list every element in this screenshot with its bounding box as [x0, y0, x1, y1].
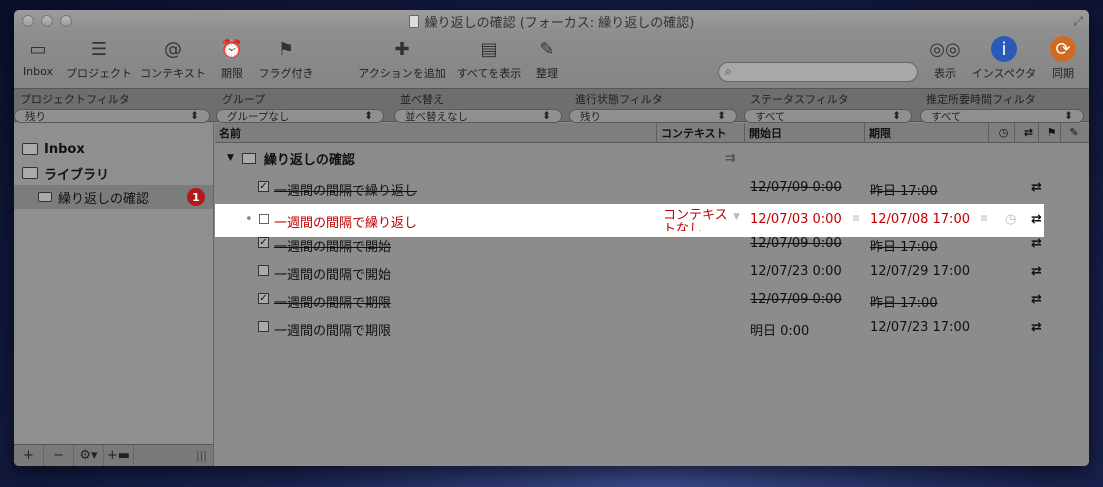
selected-task-row[interactable]: • 一週間の間隔で繰り返し コンテキストなし ▼ 12/07/03 0:00 1…: [215, 204, 1044, 237]
folder-icon: [22, 167, 38, 179]
project-icon: [241, 152, 256, 164]
checkbox[interactable]: ✓: [258, 181, 269, 192]
stepper-icon: ⬍: [1064, 110, 1073, 122]
task-row[interactable]: ✓ 一週間の間隔で期限 12/07/09 0:00 昨日 17:00 ⇄: [215, 285, 1089, 313]
stepper-icon: ⬍: [190, 110, 199, 122]
stack-icon: ▤: [480, 38, 498, 60]
date-picker-icon[interactable]: [981, 215, 987, 221]
omnifocus-window: 繰り返しの確認 (フォーカス: 繰り返しの確認) ⤢ ▭ Inbox ☰ プロジ…: [14, 10, 1089, 466]
note-column-icon[interactable]: ✎: [1061, 123, 1083, 142]
project-filter[interactable]: プロジェクトフィルタ 残り ⬍: [14, 91, 210, 123]
add-action-icon: ✚: [394, 38, 410, 60]
task-row[interactable]: ✓ 一週間の間隔で繰り返し 12/07/09 0:00 昨日 17:00 ⇄: [215, 173, 1089, 201]
document-icon: [408, 14, 419, 28]
stepper-icon: ⬍: [717, 110, 726, 122]
repeat-icon[interactable]: ⇄: [1031, 212, 1042, 227]
checkbox[interactable]: [259, 214, 269, 224]
clean-up-button[interactable]: ✎ 整理: [512, 36, 582, 81]
inbox-icon: [22, 143, 38, 155]
context-icon: @: [164, 38, 182, 60]
project-button[interactable]: ☰ プロジェクト: [64, 36, 134, 81]
repeat-icon: ⇄: [1031, 320, 1042, 335]
flagged-button[interactable]: ⚑ フラグ付き: [251, 36, 321, 81]
minimize-button[interactable]: [41, 15, 53, 27]
filter-bar: プロジェクトフィルタ 残り ⬍ グループ グループなし ⬍ 並べ替え 並べ替えなし ⬍…: [14, 88, 1089, 123]
project-filter-select[interactable]: 残り ⬍: [14, 109, 210, 123]
sort-filter-select[interactable]: 並べ替えなし ⬍: [394, 109, 562, 123]
context-dropdown-icon[interactable]: ▼: [733, 212, 740, 222]
stepper-icon: ⬍: [364, 110, 373, 122]
progress-filter-select[interactable]: 残り ⬍: [569, 109, 737, 123]
checkbox[interactable]: ✓: [258, 237, 269, 248]
window-controls: [22, 15, 72, 27]
status-filter-select[interactable]: すべて ⬍: [744, 109, 912, 123]
column-context[interactable]: コンテキスト: [657, 123, 745, 142]
binoculars-icon: ◎◎: [929, 38, 961, 60]
search-icon: ⌕: [725, 64, 732, 78]
column-due[interactable]: 期限: [865, 123, 989, 142]
duration-icon[interactable]: ◷: [1005, 212, 1016, 227]
sidebar-item-inbox[interactable]: Inbox: [14, 137, 213, 161]
duration-column-icon[interactable]: ◷: [989, 123, 1015, 142]
row-handle-icon[interactable]: •: [245, 212, 253, 227]
alarm-clock-icon: ⏰: [220, 38, 244, 60]
zoom-button[interactable]: [60, 15, 72, 27]
progress-filter[interactable]: 進行状態フィルタ 残り ⬍: [569, 91, 737, 123]
repeat-icon: ⇄: [1031, 264, 1042, 279]
remove-button[interactable]: −: [44, 444, 74, 466]
checkbox[interactable]: [258, 265, 269, 276]
gear-menu-button[interactable]: ⚙▾: [74, 444, 104, 466]
column-name[interactable]: 名前: [215, 123, 657, 142]
sidebar: Inbox ライブラリ 繰り返しの確認 1 + − ⚙▾ +▬ |||: [14, 123, 214, 466]
project-icon: [38, 192, 52, 202]
info-icon: i: [991, 36, 1017, 62]
flag-icon: ⚑: [277, 38, 295, 60]
close-button[interactable]: [22, 15, 34, 27]
sync-button[interactable]: ⟳ 同期: [1028, 36, 1089, 81]
sync-icon: ⟳: [1050, 36, 1076, 62]
repeat-column-icon[interactable]: ⇄: [1015, 123, 1039, 142]
add-button[interactable]: +: [14, 444, 44, 466]
group-filter-select[interactable]: グループなし ⬍: [216, 109, 384, 123]
checkbox[interactable]: [258, 321, 269, 332]
column-start[interactable]: 開始日: [745, 123, 865, 142]
outline-view: 名前 コンテキスト 開始日 期限 ◷ ⇄ ⚑ ✎ ▼ 繰り返しの確認 ⇉ ✓ 一…: [215, 123, 1089, 466]
disclosure-triangle-icon[interactable]: ▼: [227, 153, 234, 163]
checkbox[interactable]: ✓: [258, 293, 269, 304]
fullscreen-icon[interactable]: ⤢: [1073, 14, 1083, 29]
toolbar: ▭ Inbox ☰ プロジェクト @ コンテキスト ⏰ 期限 ⚑ フラグ付き ✚…: [14, 32, 1089, 105]
resize-grip-icon[interactable]: |||: [196, 449, 207, 462]
sidebar-item-library[interactable]: ライブラリ: [14, 161, 213, 185]
status-filter[interactable]: ステータスフィルタ すべて ⬍: [744, 91, 912, 123]
stepper-icon: ⬍: [892, 110, 901, 122]
move-arrows-icon: ⇉: [725, 150, 736, 166]
task-row[interactable]: 一週間の間隔で期限 明日 0:00 12/07/23 17:00 ⇄: [215, 313, 1089, 341]
add-action-button[interactable]: ✚ アクションを追加: [358, 36, 445, 81]
project-icon: ☰: [90, 38, 108, 60]
sort-filter[interactable]: 並べ替え 並べ替えなし ⬍: [394, 91, 562, 123]
context-cell[interactable]: コンテキストなし: [663, 209, 733, 231]
duration-filter[interactable]: 推定所要時間フィルタ すべて ⬍: [920, 91, 1084, 123]
stepper-icon: ⬍: [542, 110, 551, 122]
count-badge: 1: [187, 188, 205, 206]
flag-column-icon[interactable]: ⚑: [1039, 123, 1061, 142]
date-picker-icon[interactable]: [853, 215, 859, 221]
duration-filter-select[interactable]: すべて ⬍: [920, 109, 1084, 123]
repeat-icon: ⇄: [1031, 292, 1042, 307]
add-folder-button[interactable]: +▬: [104, 444, 134, 466]
search-input[interactable]: ⌕: [718, 62, 918, 82]
window-title: 繰り返しの確認 (フォーカス: 繰り返しの確認): [408, 12, 694, 31]
group-filter[interactable]: グループ グループなし ⬍: [216, 91, 384, 123]
sidebar-footer: + − ⚙▾ +▬ |||: [14, 444, 213, 466]
sidebar-item-project[interactable]: 繰り返しの確認 1: [14, 185, 213, 209]
repeat-icon: ⇄: [1031, 236, 1042, 251]
repeat-icon: ⇄: [1031, 180, 1042, 195]
group-row[interactable]: ▼ 繰り返しの確認 ⇉: [215, 143, 1089, 173]
broom-icon: ✎: [539, 38, 555, 60]
inbox-icon: ▭: [29, 38, 47, 60]
column-header: 名前 コンテキスト 開始日 期限 ◷ ⇄ ⚑ ✎: [215, 123, 1089, 143]
task-row[interactable]: 一週間の間隔で開始 12/07/23 0:00 12/07/29 17:00 ⇄: [215, 257, 1089, 285]
title-bar: 繰り返しの確認 (フォーカス: 繰り返しの確認) ⤢: [14, 10, 1089, 32]
